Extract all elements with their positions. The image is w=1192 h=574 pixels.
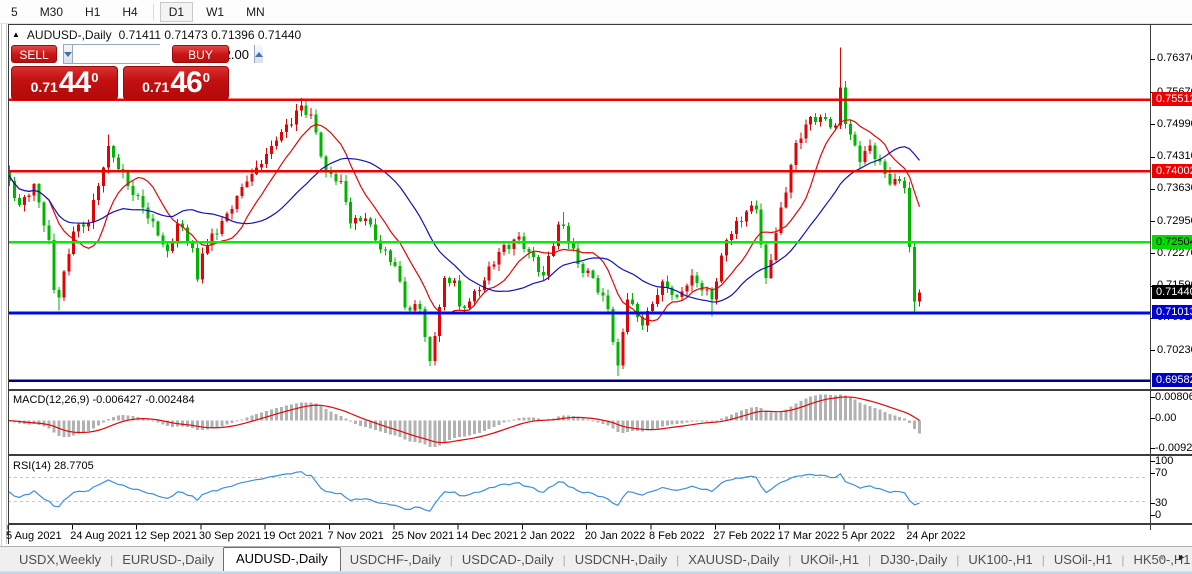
date-axis-label[interactable]: 20 Jan 2022 [585,530,646,542]
rsi-indicator-label: RSI(14) 28.7705 [13,460,94,472]
price-axis-label: 0.72950 [1157,214,1192,227]
chevron-up-icon [255,51,263,57]
macd-indicator-label: MACD(12,26,9) -0.006427 -0.002484 [13,394,195,406]
price-level-badge: 0.71013 [1152,305,1192,320]
tab-scroll-arrows: ◄ ► [1156,552,1186,562]
price-level-badge: 0.75512 [1152,92,1192,107]
symbol-tab-uk100-h1[interactable]: UK100-,H1 [959,549,1041,571]
sell-price-base: 0.71 [30,79,58,95]
price-level-badge: 0.71440 [1152,285,1192,300]
symbol-tab-usoil-h1[interactable]: USOil-,H1 [1045,549,1122,571]
date-axis-label[interactable]: 19 Oct 2021 [263,530,323,542]
tab-scroll-right-icon[interactable]: ► [1177,552,1186,562]
date-axis-label[interactable]: 5 Aug 2021 [6,530,62,542]
collapse-triangle-icon[interactable]: ▲ [12,30,20,39]
date-axis-label[interactable]: 12 Sep 2021 [135,530,197,542]
symbol-tab-dj30-daily[interactable]: DJ30-,Daily [871,549,956,571]
macd-axis-label: -0.00928 [1155,442,1192,454]
rsi-axis-label: 0 [1155,509,1162,521]
symbol-tab-eurusd-daily[interactable]: EURUSD-,Daily [113,549,223,571]
date-axis-label[interactable]: 25 Nov 2021 [392,530,454,542]
price-level-badge: 0.69582 [1152,373,1192,388]
chart-title: ▲ AUDUSD-,Daily 0.71411 0.71473 0.71396 … [12,28,301,42]
price-level-badge: 0.74002 [1152,163,1192,178]
price-axis-label: 0.70230 [1157,343,1192,356]
rsi-axis-label: 70 [1155,467,1168,479]
sell-button[interactable]: SELL [11,45,57,63]
volume-decrease-button[interactable] [64,45,73,63]
macd-axis-label: 0.008061 [1155,391,1192,403]
symbol-tab-usdcnh-daily[interactable]: USDCNH-,Daily [566,549,676,571]
date-axis-label[interactable]: 14 Dec 2021 [456,530,518,542]
sell-price-point: 0 [91,70,99,85]
date-axis-label[interactable]: 8 Feb 2022 [649,530,705,542]
price-axis-label: 0.74990 [1157,117,1192,130]
symbol-tab-usdcad-daily[interactable]: USDCAD-,Daily [453,549,563,571]
date-axis-label[interactable]: 30 Sep 2021 [199,530,261,542]
symbol-tab-usdchf-daily[interactable]: USDCHF-,Daily [341,549,450,571]
one-click-trading-widget: SELL BUY 0.71440 0.71460 [11,44,263,100]
chart-symbol-period: AUDUSD-,Daily [26,28,112,42]
chevron-down-icon [64,51,72,57]
date-axis-label[interactable]: 24 Apr 2022 [906,530,965,542]
tab-scroll-left-icon[interactable]: ◄ [1156,552,1165,562]
buy-price-point: 0 [202,70,210,85]
price-level-badge: 0.72504 [1152,234,1192,249]
macd-axis-label: 0.00 [1155,412,1177,424]
price-axis-label: 0.76370 [1157,52,1192,65]
date-axis-label[interactable]: 24 Aug 2021 [70,530,132,542]
price-axis-label: 0.74310 [1157,150,1192,163]
symbol-tab-bar: USDX,Weekly | EURUSD-,Daily AUDUSD-,Daily US… [0,546,1192,571]
symbol-tab-audusd-daily[interactable]: AUDUSD-,Daily [222,547,341,571]
chart-ohlc-values: 0.71411 0.71473 0.71396 0.71440 [118,28,302,42]
price-axis-label: 0.73630 [1157,182,1192,195]
rsi-axis-label: 100 [1155,455,1174,467]
buy-button[interactable]: BUY [172,45,229,63]
buy-price-box[interactable]: 0.71 46 0 [123,66,229,100]
symbol-tab-ukoil-h1[interactable]: UKOil-,H1 [791,549,868,571]
date-axis-label[interactable]: 5 Apr 2022 [842,530,895,542]
sell-price-box[interactable]: 0.71 44 0 [11,66,118,100]
sell-price-pips: 44 [58,66,91,99]
trading-platform-window: { "toolbar": {"items": ["5", "M30", "H1"… [0,0,1192,574]
symbol-tab-xauusd-daily[interactable]: XAUUSD-,Daily [679,549,788,571]
volume-stepper [63,44,263,64]
date-axis-label[interactable]: 2 Jan 2022 [520,530,574,542]
date-axis-label[interactable]: 27 Feb 2022 [713,530,775,542]
buy-price-pips: 46 [170,66,202,99]
date-axis-label[interactable]: 17 Mar 2022 [778,530,840,542]
volume-increase-button[interactable] [254,45,263,63]
symbol-tab-usdx-weekly[interactable]: USDX,Weekly [10,549,110,571]
date-axis-label[interactable]: 7 Nov 2021 [328,530,384,542]
rsi-axis-label: 30 [1155,497,1168,509]
buy-price-base: 0.71 [142,79,170,95]
